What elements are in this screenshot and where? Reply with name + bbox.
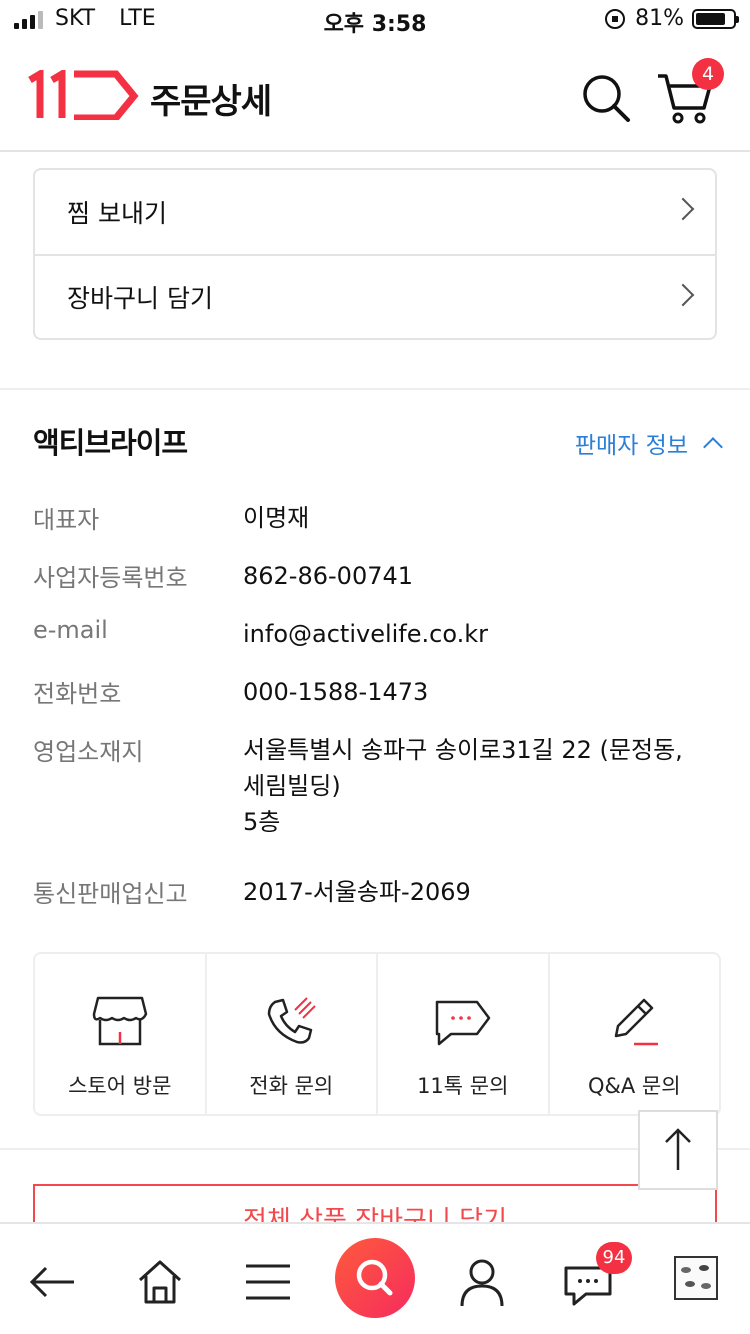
seller-name: 액티브라이프 — [33, 426, 188, 460]
menu-icon[interactable] — [240, 1254, 296, 1310]
info-label: 영업소재지 — [33, 738, 144, 766]
seller-info-toggle-label: 판매자 정보 — [574, 433, 688, 459]
send-wish-row[interactable]: 찜 보내기 — [35, 170, 715, 254]
search-icon — [356, 1259, 393, 1296]
chevron-up-icon — [703, 437, 723, 457]
battery-percent: 81% — [635, 6, 684, 31]
add-to-cart-row[interactable]: 장바구니 담기 — [35, 254, 715, 338]
my-page-icon[interactable] — [454, 1254, 510, 1310]
store-icon — [92, 996, 147, 1046]
product-thumbnail-icon — [681, 1265, 711, 1289]
search-icon[interactable] — [578, 70, 634, 126]
contact-label: 전화 문의 — [249, 1074, 334, 1098]
scroll-to-top-button[interactable] — [638, 1110, 718, 1190]
info-value[interactable]: 000-1588-1473 — [243, 674, 713, 710]
chevron-right-icon — [671, 197, 695, 221]
header: 주문상세 — [0, 40, 750, 152]
seller-info-toggle[interactable]: 판매자 정보 — [574, 426, 723, 460]
phone-icon — [268, 997, 316, 1044]
info-label: e-mail — [33, 616, 108, 644]
info-label: 대표자 — [33, 506, 100, 534]
qna-inquiry-button[interactable]: Q&A 문의 — [547, 954, 720, 1114]
info-value: 862-86-00741 — [243, 562, 414, 590]
info-value: 서울특별시 송파구 송이로31길 22 (문정동, 세림빌딩) 5층 — [243, 732, 713, 840]
status-bar: SKT LTE 오후 3:58 81% — [0, 0, 750, 40]
info-label: 사업자등록번호 — [33, 564, 188, 592]
cart-count-badge: 4 — [692, 58, 724, 90]
send-wish-label: 찜 보내기 — [67, 199, 167, 228]
info-value: 2017-서울송파-2069 — [243, 878, 471, 906]
search-fab-button[interactable] — [335, 1238, 415, 1318]
info-label: 전화번호 — [33, 680, 122, 708]
section-divider — [0, 388, 750, 390]
contact-label: 11톡 문의 — [417, 1074, 509, 1098]
contact-label: 스토어 방문 — [68, 1074, 172, 1098]
chevron-right-icon — [671, 283, 695, 307]
back-arrow-icon[interactable] — [24, 1254, 80, 1310]
info-value[interactable]: info@activelife.co.kr — [243, 616, 713, 652]
home-icon[interactable] — [132, 1254, 188, 1310]
address-line: 서울특별시 송파구 송이로31길 22 (문정동, — [243, 736, 683, 764]
rotation-lock-icon — [605, 8, 626, 29]
talk-inquiry-button[interactable]: 11톡 문의 — [376, 954, 548, 1114]
phone-inquiry-button[interactable]: 전화 문의 — [204, 954, 377, 1114]
arrow-up-icon — [665, 1128, 691, 1170]
battery-icon — [692, 8, 739, 29]
recent-product-thumbnail[interactable] — [674, 1256, 718, 1300]
address-line: 5층 — [243, 808, 281, 836]
add-to-cart-label: 장바구니 담기 — [67, 284, 213, 313]
chat-icon — [435, 1000, 490, 1046]
info-label: 통신판매업신고 — [33, 880, 188, 908]
info-value: 이명재 — [243, 504, 310, 532]
pencil-icon — [615, 998, 659, 1046]
brand-logo[interactable] — [28, 70, 140, 120]
contact-grid: 스토어 방문 전화 문의 11톡 문의 Q&A 문의 — [33, 952, 721, 1116]
contact-label: Q&A 문의 — [587, 1074, 681, 1098]
address-line: 세림빌딩) — [243, 772, 341, 800]
action-list: 찜 보내기 장바구니 담기 — [33, 168, 717, 340]
talk-count-badge: 94 — [596, 1242, 632, 1274]
store-visit-button[interactable]: 스토어 방문 — [35, 954, 205, 1114]
page-title: 주문상세 — [150, 82, 272, 122]
